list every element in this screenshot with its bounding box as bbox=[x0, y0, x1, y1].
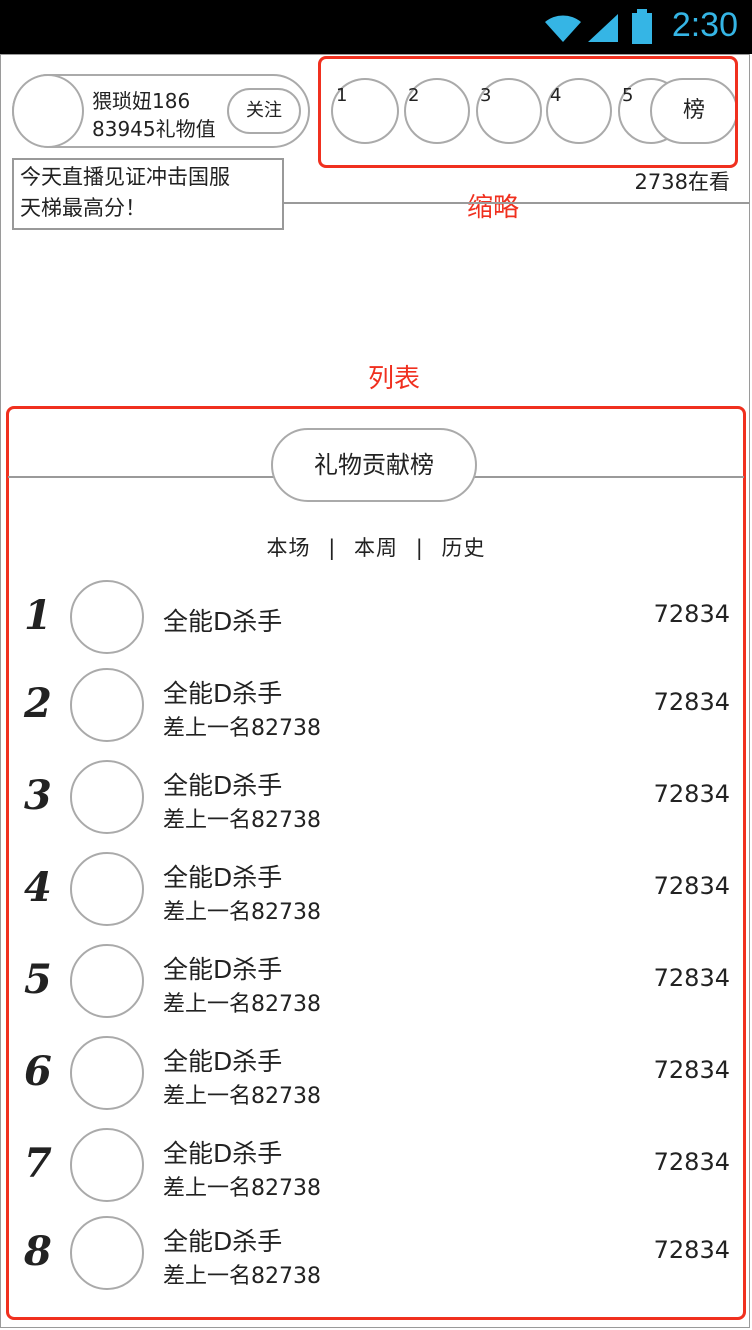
watching-count: 2738在看 bbox=[634, 170, 730, 194]
signal-icon bbox=[588, 14, 618, 42]
list-item[interactable]: 3 全能D杀手 差上一名82738 72834 bbox=[0, 758, 752, 838]
gift-score: 72834 bbox=[653, 600, 730, 628]
user-name: 全能D杀手 bbox=[163, 771, 283, 800]
gap-to-previous: 差上一名82738 bbox=[163, 1176, 321, 1201]
gap-to-previous: 差上一名82738 bbox=[163, 900, 321, 925]
rank-number: 2 bbox=[24, 680, 52, 727]
live-description-line: 天梯最高分！ bbox=[20, 196, 146, 220]
gift-score: 72834 bbox=[653, 1236, 730, 1264]
rank-number: 3 bbox=[24, 772, 52, 819]
user-avatar bbox=[70, 1128, 144, 1202]
thumbnail-annotation-label: 缩略 bbox=[467, 193, 520, 223]
rank-number: 7 bbox=[24, 1140, 52, 1187]
tab-history[interactable]: 历史 bbox=[441, 536, 485, 560]
user-name: 全能D杀手 bbox=[163, 679, 283, 708]
list-item[interactable]: 4 全能D杀手 差上一名82738 72834 bbox=[0, 850, 752, 930]
gift-score: 72834 bbox=[653, 964, 730, 992]
live-description-line: 今天直播见证冲击国服 bbox=[20, 165, 230, 189]
list-item[interactable]: 5 全能D杀手 差上一名82738 72834 bbox=[0, 942, 752, 1022]
list-item[interactable]: 2 全能D杀手 差上一名82738 72834 bbox=[0, 666, 752, 746]
status-bar: 2:30 bbox=[0, 0, 752, 54]
live-description: 今天直播见证冲击国服 天梯最高分！ bbox=[12, 158, 284, 230]
list-item[interactable]: 1 全能D杀手 72834 bbox=[0, 578, 752, 658]
user-name: 全能D杀手 bbox=[163, 863, 283, 892]
gift-score: 72834 bbox=[653, 872, 730, 900]
user-avatar bbox=[70, 760, 144, 834]
tab-this-week[interactable]: 本周 bbox=[354, 536, 398, 560]
gift-score: 72834 bbox=[653, 688, 730, 716]
anchor-avatar[interactable] bbox=[12, 74, 84, 148]
tab-this-session[interactable]: 本场 bbox=[267, 536, 311, 560]
list-item[interactable]: 6 全能D杀手 差上一名82738 72834 bbox=[0, 1034, 752, 1114]
user-name: 全能D杀手 bbox=[163, 1139, 283, 1168]
tab-separator: | bbox=[415, 536, 424, 560]
list-item[interactable]: 7 全能D杀手 差上一名82738 72834 bbox=[0, 1126, 752, 1206]
rank-number: 5 bbox=[24, 956, 52, 1003]
user-avatar bbox=[70, 1036, 144, 1110]
user-avatar bbox=[70, 852, 144, 926]
user-name: 全能D杀手 bbox=[163, 1047, 283, 1076]
user-name: 全能D杀手 bbox=[163, 607, 283, 636]
gift-board-title: 礼物贡献榜 bbox=[271, 428, 477, 502]
rank-number: 8 bbox=[24, 1228, 52, 1275]
wifi-icon bbox=[545, 15, 581, 42]
gift-score: 72834 bbox=[653, 780, 730, 808]
period-tabs: 本场 | 本周 | 历史 bbox=[0, 532, 752, 562]
anchor-info: 猥琐妞186 83945礼物值 bbox=[92, 87, 216, 143]
anchor-gift-value: 83945礼物值 bbox=[92, 117, 216, 141]
gap-to-previous: 差上一名82738 bbox=[163, 808, 321, 833]
user-avatar bbox=[70, 580, 144, 654]
user-avatar bbox=[70, 668, 144, 742]
rank-number: 1 bbox=[24, 592, 52, 639]
battery-icon bbox=[632, 9, 652, 44]
follow-button[interactable]: 关注 bbox=[227, 88, 301, 134]
user-avatar bbox=[70, 1216, 144, 1290]
gap-to-previous: 差上一名82738 bbox=[163, 992, 321, 1017]
gift-score: 72834 bbox=[653, 1056, 730, 1084]
user-name: 全能D杀手 bbox=[163, 1227, 283, 1256]
gap-to-previous: 差上一名82738 bbox=[163, 1084, 321, 1109]
user-name: 全能D杀手 bbox=[163, 955, 283, 984]
divider bbox=[284, 202, 750, 204]
gap-to-previous: 差上一名82738 bbox=[163, 716, 321, 741]
tab-separator: | bbox=[328, 536, 337, 560]
gap-to-previous: 差上一名82738 bbox=[163, 1264, 321, 1289]
list-annotation-label: 列表 bbox=[368, 364, 421, 394]
user-avatar bbox=[70, 944, 144, 1018]
rank-number: 6 bbox=[24, 1048, 52, 1095]
anchor-name: 猥琐妞186 bbox=[92, 89, 191, 113]
rank-number: 4 bbox=[24, 864, 52, 911]
clock: 2:30 bbox=[671, 6, 738, 44]
thumbnail-annotation-box bbox=[318, 56, 738, 168]
gift-score: 72834 bbox=[653, 1148, 730, 1176]
list-item[interactable]: 8 全能D杀手 差上一名82738 72834 bbox=[0, 1214, 752, 1294]
